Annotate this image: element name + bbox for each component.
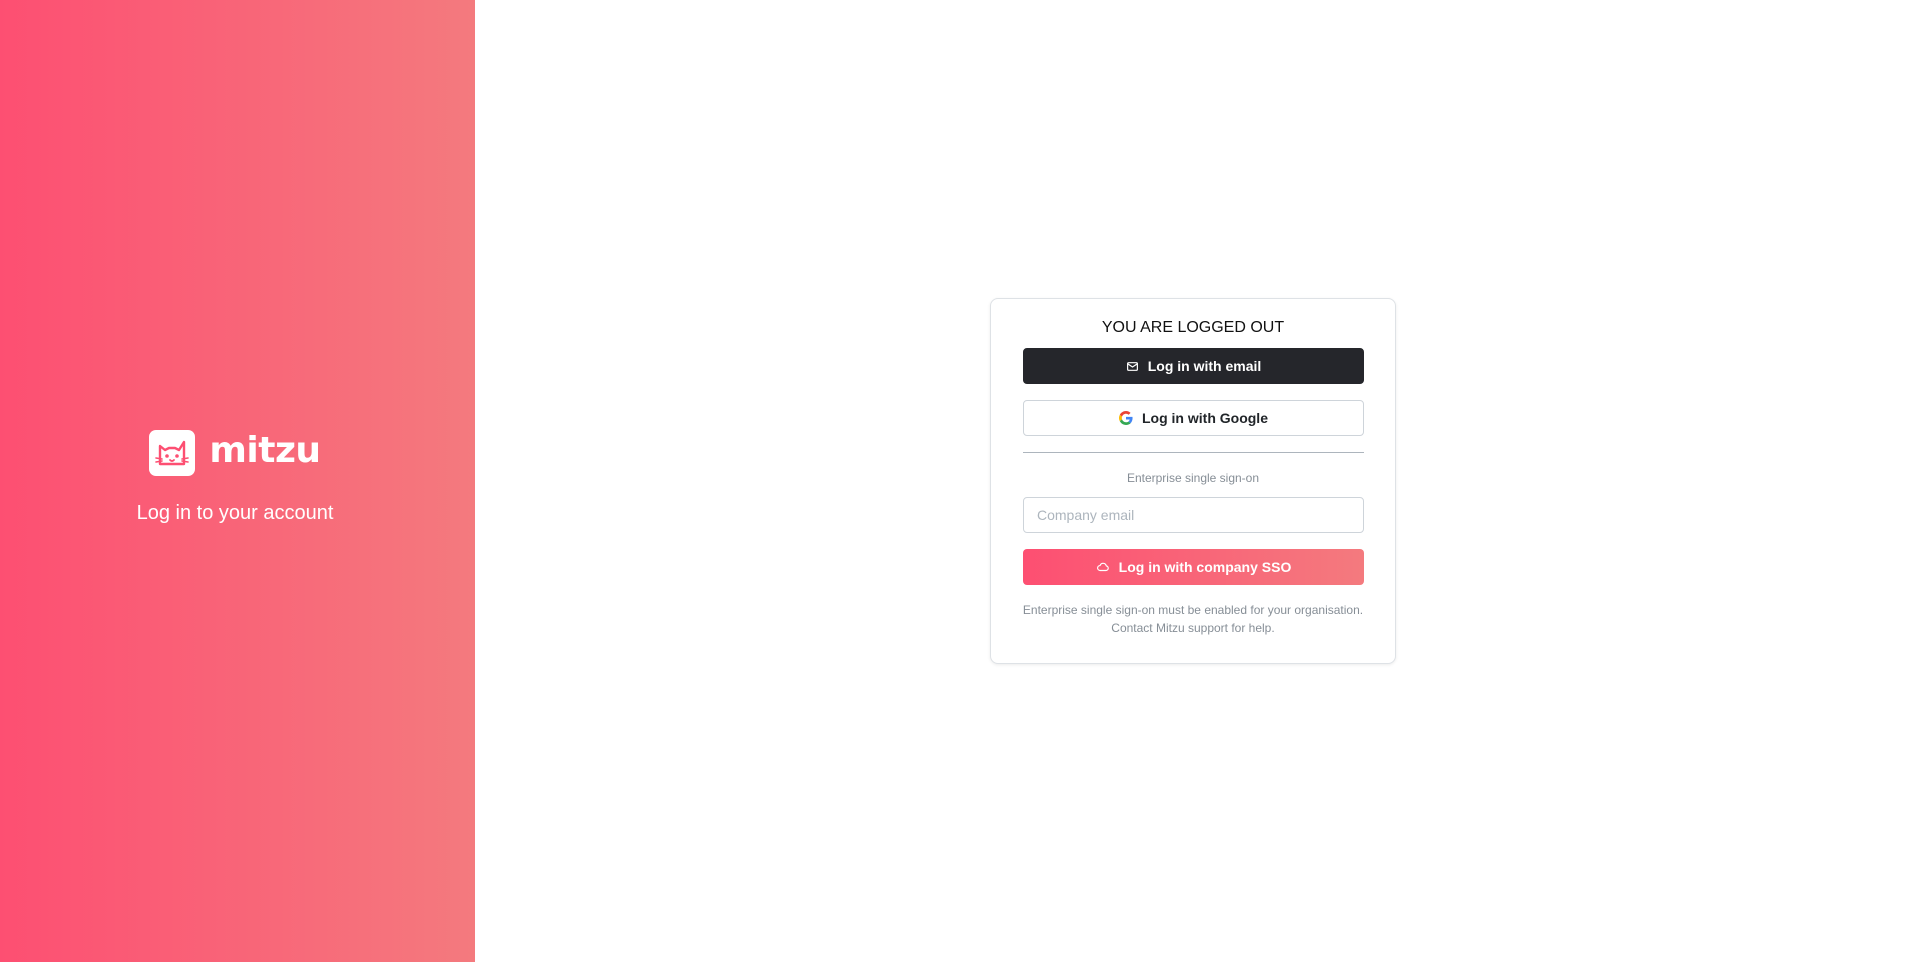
login-email-label: Log in with email	[1147, 358, 1262, 374]
sso-help-line-2: Contact Mitzu support for help.	[1111, 621, 1275, 635]
brand-name: mitzu	[209, 430, 321, 471]
sso-help-text: Enterprise single sign-on must be enable…	[1011, 601, 1375, 637]
login-email-button[interactable]: Log in with email	[1023, 348, 1364, 384]
mail-icon	[1126, 360, 1139, 373]
card-title: YOU ARE LOGGED OUT	[1101, 319, 1285, 336]
divider	[1023, 452, 1364, 453]
logo: mitzu	[149, 430, 321, 476]
cloud-icon	[1096, 560, 1110, 574]
company-email-input[interactable]	[1023, 497, 1364, 533]
login-page: mitzu Log in to your account YOU ARE LOG…	[0, 0, 1913, 962]
login-card: YOU ARE LOGGED OUT Log in with email Log…	[990, 298, 1396, 664]
login-google-label: Log in with Google	[1142, 410, 1268, 426]
brand-subtitle: Log in to your account	[136, 502, 334, 524]
google-icon	[1119, 411, 1133, 425]
login-google-button[interactable]: Log in with Google	[1023, 400, 1364, 436]
cat-logo-icon	[149, 430, 196, 476]
main-area: YOU ARE LOGGED OUT Log in with email Log…	[475, 0, 1913, 962]
sso-section-label: Enterprise single sign-on	[1126, 471, 1260, 485]
login-sso-label: Log in with company SSO	[1118, 559, 1292, 575]
login-sso-button[interactable]: Log in with company SSO	[1023, 549, 1364, 585]
brand-panel: mitzu Log in to your account	[0, 0, 475, 962]
sso-help-line-1: Enterprise single sign-on must be enable…	[1022, 603, 1364, 617]
brand-block: mitzu Log in to your account	[0, 430, 470, 525]
